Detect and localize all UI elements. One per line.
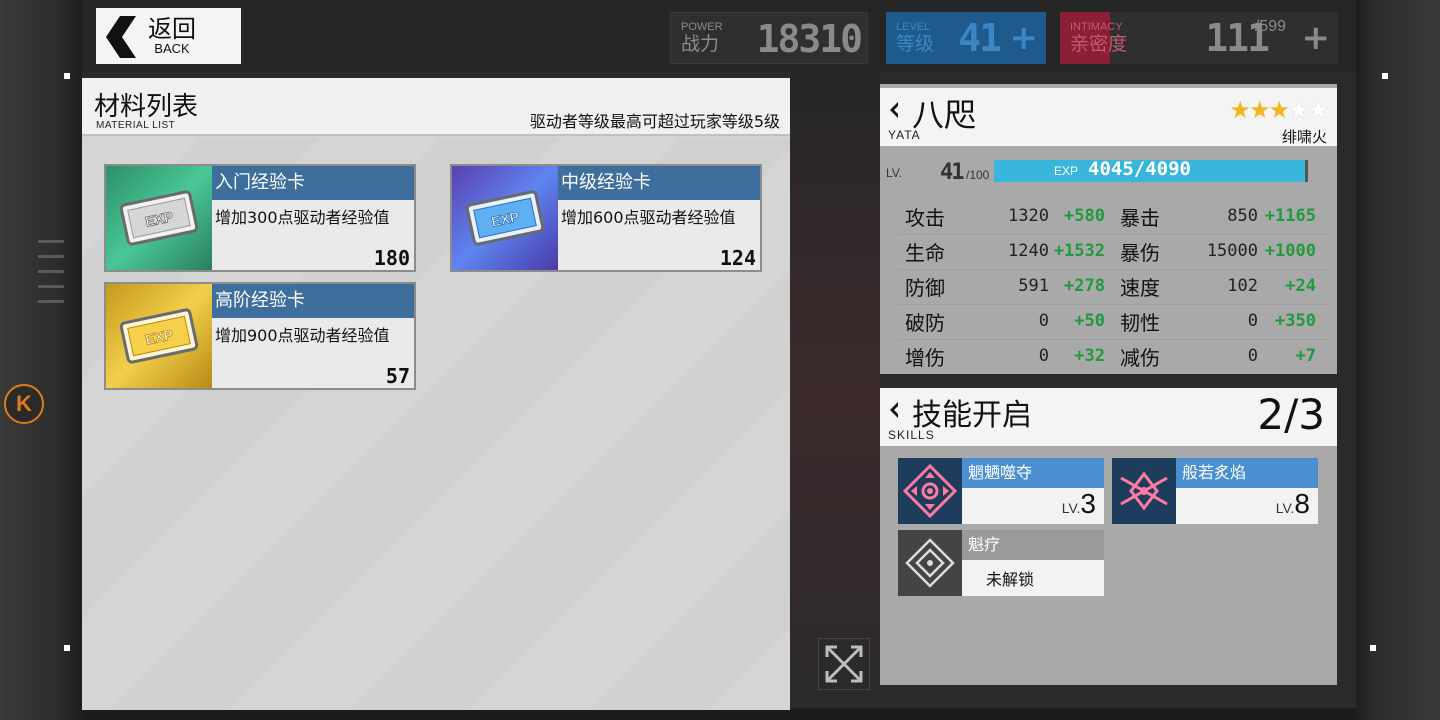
- character-level: 41: [940, 160, 964, 185]
- level-row: LV. 41 /100 EXP 4045/4090: [886, 158, 1326, 185]
- material-panel: 材料列表 MATERIAL LIST 驱动者等级最高可超过玩家等级5级 EXP …: [82, 78, 790, 710]
- material-name: 中级经验卡: [558, 166, 760, 200]
- stat-defense: 防御 591 +278: [905, 276, 1105, 300]
- skill-card[interactable]: 魍魉噬夺 LV.3: [898, 458, 1104, 524]
- side-decoration: [38, 240, 64, 315]
- material-card[interactable]: EXP 入门经验卡 增加300点驱动者经验值 180: [104, 164, 416, 272]
- exp-card-icon: EXP: [452, 166, 558, 270]
- level-stat: LEVEL 等级 41 +: [886, 12, 1046, 64]
- stat-grid: 攻击 1320 +580 暴击 850 +1165 生命 1240 +1532 …: [898, 200, 1328, 375]
- stat-armor-break: 破防 0 +50: [905, 311, 1105, 335]
- skill-card[interactable]: 般若炙焰 LV.8: [1112, 458, 1318, 524]
- character-attribute: 绯啸火: [1281, 128, 1327, 146]
- character-art-strip: [790, 70, 880, 720]
- skill-card-locked[interactable]: 魁疗 未解锁: [898, 530, 1104, 596]
- back-arrow-icon: [96, 8, 144, 64]
- power-stat: POWER 战力 18310: [670, 12, 868, 64]
- lv-label: LV.: [886, 166, 903, 180]
- stat-damage-up: 增伤 0 +32: [905, 346, 1105, 370]
- corner-marker: [1382, 73, 1388, 79]
- left-side-bg: [0, 0, 82, 720]
- material-card[interactable]: EXP 高阶经验卡 增加900点驱动者经验值 57: [104, 282, 416, 390]
- material-subtitle: MATERIAL LIST: [96, 120, 176, 131]
- chevron-left-icon[interactable]: [888, 102, 900, 118]
- corner-marker: [64, 645, 70, 651]
- skills-panel: 技能开启 SKILLS 2/3 魍魉噬夺 LV.3 般若炙焰 LV.8 魁疗 未…: [880, 388, 1337, 685]
- skill-name: 般若炙焰: [1176, 458, 1318, 488]
- skill-locked-label: 未解锁: [986, 570, 1035, 589]
- skills-title-en: SKILLS: [888, 428, 935, 442]
- material-desc: 增加300点驱动者经验值: [215, 208, 390, 227]
- stat-row: 防御 591 +278 速度 102 +24: [898, 270, 1328, 305]
- stat-row: 破防 0 +50 韧性 0 +350: [898, 305, 1328, 340]
- material-count: 180: [373, 246, 410, 270]
- corner-marker: [1370, 645, 1376, 651]
- skill-level: LV.3: [1061, 488, 1096, 519]
- right-side-bg: [1356, 0, 1440, 720]
- stat-row: 生命 1240 +1532 暴伤 15000 +1000: [898, 235, 1328, 270]
- stat-speed: 速度 102 +24: [1120, 276, 1316, 300]
- intimacy-max: /599: [1254, 18, 1286, 35]
- expand-icon[interactable]: [818, 638, 870, 690]
- exp-value: 4045/4090: [1088, 158, 1191, 180]
- intimacy-label-en: INTIMACY: [1070, 21, 1123, 33]
- skills-unlocked-count: 2/3: [1257, 390, 1325, 439]
- material-name: 入门经验卡: [212, 166, 414, 200]
- material-list: EXP 入门经验卡 增加300点驱动者经验值 180 EXP 中级经验卡 增加6…: [82, 138, 790, 710]
- exp-label: EXP: [1054, 164, 1079, 178]
- character-name-en: YATA: [888, 128, 921, 142]
- skill-name: 魁疗: [962, 530, 1104, 560]
- power-label: 战力: [681, 33, 720, 55]
- power-label-en: POWER: [681, 21, 723, 33]
- material-desc: 增加600点驱动者经验值: [561, 208, 736, 227]
- material-title: 材料列表: [94, 92, 199, 122]
- level-label: 等级: [896, 33, 935, 55]
- material-header: 材料列表 MATERIAL LIST 驱动者等级最高可超过玩家等级5级: [82, 78, 790, 136]
- stat-toughness: 韧性 0 +350: [1120, 311, 1316, 335]
- skill-level: LV.8: [1275, 488, 1310, 519]
- stat-crit: 暴击 850 +1165: [1120, 206, 1316, 230]
- intimacy-stat: INTIMACY 亲密度 111 /599 +: [1060, 12, 1338, 64]
- stat-damage-reduction: 减伤 0 +7: [1120, 346, 1316, 370]
- skill-icon: [898, 458, 962, 524]
- k-logo-icon[interactable]: K: [4, 384, 44, 424]
- exp-card-icon: EXP: [106, 284, 212, 388]
- back-button[interactable]: 返回 BACK: [96, 8, 241, 64]
- material-card[interactable]: EXP 中级经验卡 增加600点驱动者经验值 124: [450, 164, 762, 272]
- material-count: 124: [719, 246, 756, 270]
- stat-row: 攻击 1320 +580 暴击 850 +1165: [898, 200, 1328, 235]
- character-name: 八咫: [912, 96, 977, 134]
- character-level-max: /100: [966, 168, 990, 182]
- skill-icon: [1112, 458, 1176, 524]
- skills-header: 技能开启 SKILLS 2/3: [880, 388, 1337, 446]
- exp-card-icon: EXP: [106, 166, 212, 270]
- level-label-en: LEVEL: [896, 21, 931, 33]
- character-header: 八咫 YATA ★★★★★ 绯啸火: [880, 88, 1337, 146]
- back-label-en: BACK: [154, 41, 190, 56]
- stat-crit-damage: 暴伤 15000 +1000: [1120, 241, 1316, 265]
- level-plus-button[interactable]: +: [1010, 18, 1039, 58]
- skill-icon-locked: [898, 530, 962, 596]
- stat-attack: 攻击 1320 +580: [905, 206, 1105, 230]
- material-desc: 增加900点驱动者经验值: [215, 326, 390, 345]
- back-label: 返回: [148, 15, 196, 43]
- star-filled-icon: ★★★: [1229, 96, 1290, 124]
- level-value: 41: [958, 16, 1002, 60]
- corner-marker: [64, 73, 70, 79]
- stat-row: 增伤 0 +32 减伤 0 +7: [898, 340, 1328, 375]
- skill-name: 魍魉噬夺: [962, 458, 1104, 488]
- chevron-left-icon[interactable]: [888, 402, 900, 418]
- star-rating: ★★★★★: [1229, 96, 1329, 124]
- star-empty-icon: ★★: [1287, 96, 1329, 124]
- material-name: 高阶经验卡: [212, 284, 414, 318]
- level-cap-note: 驱动者等级最高可超过玩家等级5级: [529, 112, 780, 131]
- stat-hp: 生命 1240 +1532: [905, 241, 1105, 265]
- character-panel: 八咫 YATA ★★★★★ 绯啸火 LV. 41 /100 EXP 4045/4…: [880, 84, 1337, 374]
- exp-bar: EXP 4045/4090: [994, 158, 1308, 182]
- power-value: 18310: [756, 17, 863, 61]
- material-count: 57: [385, 364, 410, 388]
- intimacy-plus-button[interactable]: +: [1302, 18, 1331, 58]
- intimacy-label: 亲密度: [1070, 33, 1128, 55]
